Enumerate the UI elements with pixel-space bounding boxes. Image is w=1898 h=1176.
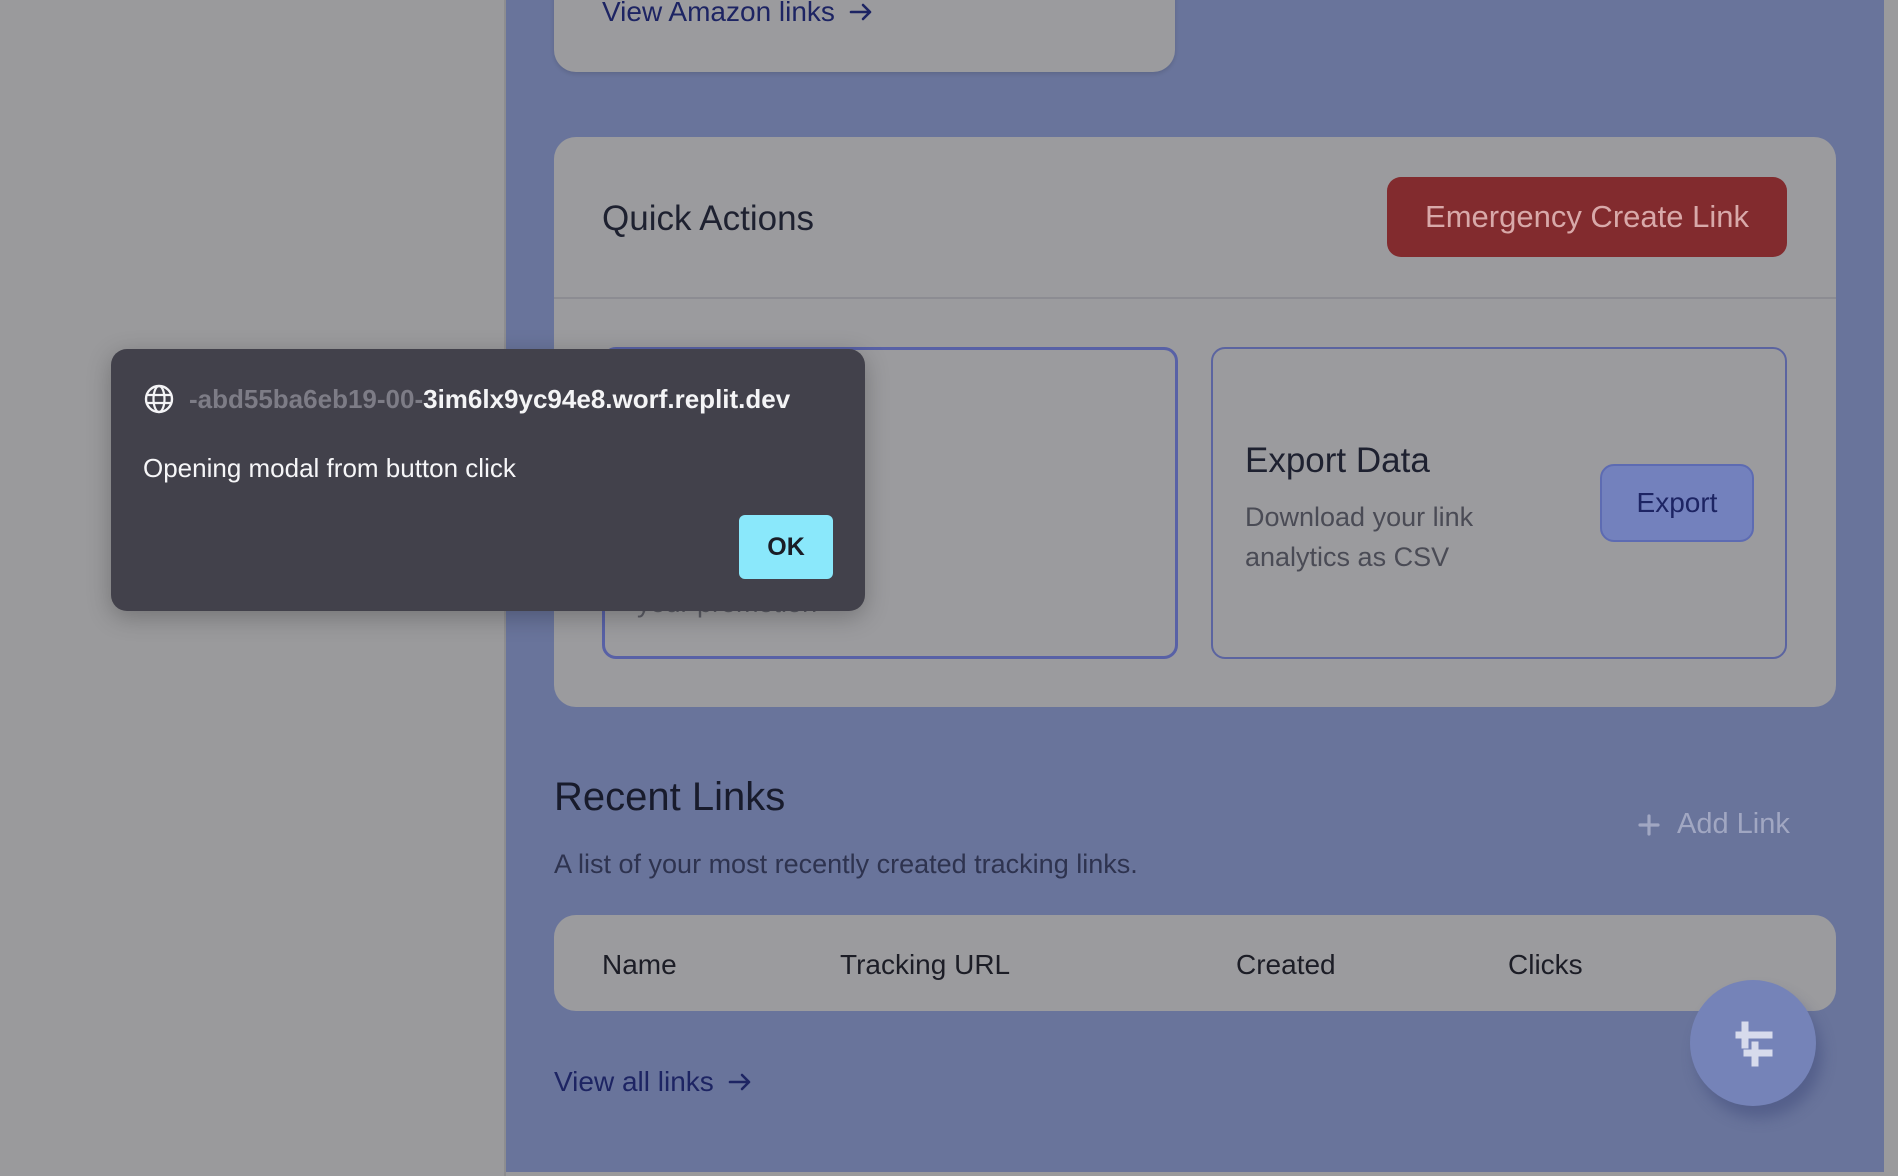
view-all-links-link[interactable]: View all links bbox=[554, 1066, 752, 1098]
export-data-description: Download your link analytics as CSV bbox=[1245, 502, 1474, 572]
view-all-links-label: View all links bbox=[554, 1066, 714, 1097]
dialog-message: Opening modal from button click bbox=[143, 453, 516, 483]
export-button[interactable]: Export bbox=[1600, 464, 1754, 542]
column-header-tracking-url[interactable]: Tracking URL bbox=[840, 949, 1010, 981]
right-gutter bbox=[1884, 0, 1898, 1176]
dialog-host-prefix: -abd55ba6eb19-00- bbox=[189, 383, 424, 414]
app-root: View Amazon links Quick Actions Emergenc… bbox=[0, 0, 1898, 1176]
ok-button[interactable]: OK bbox=[739, 515, 833, 579]
arrow-right-icon bbox=[728, 1073, 751, 1091]
view-amazon-links-link[interactable]: View Amazon links bbox=[602, 0, 873, 28]
plus-icon bbox=[1638, 813, 1660, 836]
globe-icon bbox=[144, 384, 174, 414]
alert-dialog: -abd55ba6eb19-00-3im6lx9yc94e8.worf.repl… bbox=[111, 349, 865, 611]
replit-fab-button[interactable] bbox=[1690, 980, 1816, 1106]
quick-actions-title: Quick Actions bbox=[602, 199, 815, 238]
amazon-links-card: View Amazon links bbox=[554, 0, 1175, 72]
recent-links-table-header: Name Tracking URL Created Clicks bbox=[554, 915, 1836, 1011]
dialog-host-main: 3im6lx9yc94e8.worf.replit.dev bbox=[423, 383, 791, 414]
column-header-name[interactable]: Name bbox=[602, 949, 677, 981]
dialog-origin-host: -abd55ba6eb19-00-3im6lx9yc94e8.worf.repl… bbox=[189, 384, 790, 415]
replit-icon bbox=[1735, 1021, 1773, 1067]
export-data-title: Export Data bbox=[1245, 441, 1430, 480]
add-link-label: Add Link bbox=[1677, 808, 1790, 840]
add-link-button[interactable]: Add Link bbox=[1637, 808, 1790, 841]
recent-links-title: Recent Links bbox=[554, 775, 786, 819]
arrow-right-icon bbox=[849, 3, 872, 21]
column-header-created[interactable]: Created bbox=[1236, 949, 1336, 981]
divider bbox=[554, 297, 1836, 299]
export-data-action-box: Export Data Download your link analytics… bbox=[1211, 347, 1787, 659]
view-amazon-links-label: View Amazon links bbox=[602, 0, 835, 27]
bottom-gutter bbox=[506, 1172, 1898, 1176]
recent-links-subtitle: A list of your most recently created tra… bbox=[554, 849, 1138, 879]
column-header-clicks[interactable]: Clicks bbox=[1508, 949, 1583, 981]
dialog-header: -abd55ba6eb19-00-3im6lx9yc94e8.worf.repl… bbox=[143, 383, 790, 415]
emergency-create-link-button[interactable]: Emergency Create Link bbox=[1387, 177, 1787, 257]
